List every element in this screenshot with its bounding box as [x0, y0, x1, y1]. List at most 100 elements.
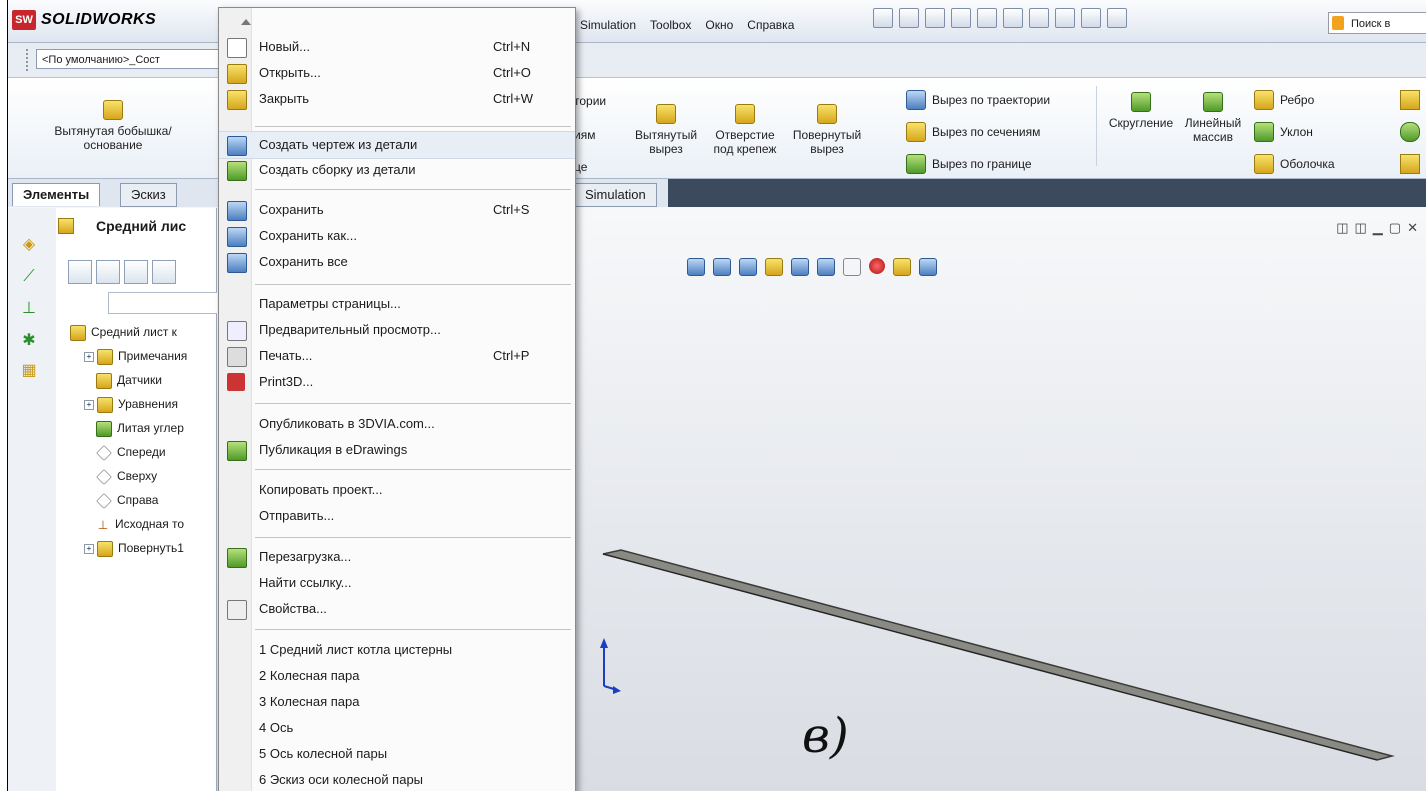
loft-cut-button[interactable]: Вырез по сечениям: [906, 122, 1040, 142]
configuration-manager-tab-icon[interactable]: [124, 260, 148, 284]
save-all-icon: [227, 253, 247, 273]
hole-wizard-button[interactable]: Отверстие под крепеж: [706, 104, 784, 156]
select-arrow-icon[interactable]: [1029, 8, 1049, 28]
dim-xpert-tab-icon[interactable]: [152, 260, 176, 284]
close-folder-icon: [227, 90, 247, 110]
sweep-cut-button[interactable]: Вырез по траектории: [906, 90, 1050, 110]
open-folder-icon[interactable]: [925, 8, 945, 28]
menu-scroll-up-icon[interactable]: [241, 19, 251, 25]
rebuild-traffic-light-icon[interactable]: [1055, 8, 1075, 28]
point-icon[interactable]: ✱: [20, 332, 38, 350]
loft-cut-label: Вырез по сечениям: [932, 125, 1041, 139]
menu-item-save[interactable]: Сохранить Ctrl+S: [219, 197, 575, 223]
pin-icon[interactable]: [873, 8, 893, 28]
tree-item-origin[interactable]: ⊥ Исходная то: [70, 512, 187, 536]
draft-button[interactable]: Уклон: [1254, 122, 1313, 142]
extrude-cut-label: Вытянутый вырез: [634, 128, 698, 156]
menu-item-recent-3[interactable]: 3 Колесная пара: [219, 689, 575, 715]
wrap-icon[interactable]: [1400, 90, 1420, 110]
new-document-icon[interactable]: [899, 8, 919, 28]
property-manager-tab-icon[interactable]: [96, 260, 120, 284]
menu-item-new[interactable]: Новый... Ctrl+N: [219, 34, 575, 60]
tab-features[interactable]: Элементы: [12, 183, 101, 206]
revolve-cut-button[interactable]: Повернутый вырез: [784, 104, 870, 156]
menu-item-recent-1[interactable]: 1 Средний лист котла цистерны: [219, 637, 575, 663]
print-icon[interactable]: [977, 8, 997, 28]
tree-item-material[interactable]: Литая углер: [70, 416, 187, 440]
menu-item-print3d[interactable]: Print3D...: [219, 369, 575, 395]
shell-label: Оболочка: [1280, 157, 1335, 171]
tree-label: Литая углер: [117, 421, 184, 435]
menu-window[interactable]: Окно: [703, 18, 735, 32]
feature-tree-tab-icon[interactable]: [68, 260, 92, 284]
shell-button[interactable]: Оболочка: [1254, 154, 1335, 174]
menu-item-reload[interactable]: Перезагрузка...: [219, 544, 575, 570]
menu-item-print-preview[interactable]: Предварительный просмотр...: [219, 317, 575, 343]
menu-item-open[interactable]: Открыть... Ctrl+O: [219, 60, 575, 86]
menu-item-publish-3dvia[interactable]: Опубликовать в 3DVIA.com...: [219, 411, 575, 437]
menu-item-close[interactable]: Закрыть Ctrl+W: [219, 86, 575, 112]
rib-button[interactable]: Ребро: [1254, 90, 1314, 110]
toolbar-grip[interactable]: [26, 49, 32, 71]
menu-item-save-all[interactable]: Сохранить все: [219, 249, 575, 275]
undo-icon[interactable]: [1003, 8, 1023, 28]
smart-dimension-icon[interactable]: ⟋: [20, 268, 38, 286]
mirror-icon[interactable]: [1400, 154, 1420, 174]
coordinate-icon[interactable]: ⊥: [20, 300, 38, 318]
menu-item-pack-and-go[interactable]: Копировать проект...: [219, 477, 575, 503]
boundary-cut-button[interactable]: Вырез по границе: [906, 154, 1032, 174]
extrude-cut-button[interactable]: Вытянутый вырез: [626, 104, 706, 156]
tree-label: Повернуть1: [118, 541, 184, 555]
configuration-combo[interactable]: <По умолчанию>_Сост: [36, 49, 236, 69]
tree-item-annotations[interactable]: + Примечания: [70, 344, 187, 368]
menu-item-make-assembly[interactable]: Создать сборку из детали: [219, 157, 575, 183]
menu-item-find-references[interactable]: Найти ссылку...: [219, 570, 575, 596]
plane-icon: [96, 492, 112, 509]
menu-separator: [255, 126, 571, 127]
linear-pattern-side-icon[interactable]: ▦: [20, 362, 38, 380]
options-icon[interactable]: [1081, 8, 1101, 28]
menu-separator: [255, 469, 571, 470]
save-icon[interactable]: [951, 8, 971, 28]
menu-item-print[interactable]: Печать... Ctrl+P: [219, 343, 575, 369]
dome-icon[interactable]: [1400, 122, 1420, 142]
tree-item-equations[interactable]: + Уравнения: [70, 392, 187, 416]
menu-item-recent-2[interactable]: 2 Колесная пара: [219, 663, 575, 689]
tree-filter-input[interactable]: [108, 292, 220, 314]
material-icon: [96, 420, 112, 437]
app-logo[interactable]: SW SOLIDWORKS: [12, 10, 156, 30]
menu-toolbox[interactable]: Toolbox: [648, 18, 693, 32]
menu-help[interactable]: Справка: [745, 18, 796, 32]
menu-item-publish-edrawings[interactable]: Публикация в eDrawings: [219, 437, 575, 463]
expand-icon[interactable]: +: [84, 351, 94, 362]
boundary-cut-label: Вырез по границе: [932, 157, 1032, 171]
linear-pattern-button[interactable]: Линейный массив: [1180, 92, 1246, 144]
menu-item-page-setup[interactable]: Параметры страницы...: [219, 291, 575, 317]
menu-item-properties[interactable]: Свойства...: [219, 596, 575, 622]
menu-item-recent-6[interactable]: 6 Эскиз оси колесной пары: [219, 767, 575, 791]
tree-item-part[interactable]: Средний лист к: [70, 320, 187, 344]
cut-partial-3: це: [574, 160, 588, 174]
menu-item-make-drawing[interactable]: Создать чертеж из детали: [219, 131, 575, 159]
loft-cut-icon: [906, 122, 926, 142]
menu-item-recent-4[interactable]: 4 Ось: [219, 715, 575, 741]
expand-icon[interactable]: +: [84, 399, 94, 410]
menu-item-save-as[interactable]: Сохранить как...: [219, 223, 575, 249]
fillet-button[interactable]: Скругление: [1098, 92, 1184, 130]
part-icon: [70, 324, 86, 341]
customize-icon[interactable]: [1107, 8, 1127, 28]
tree-item-front-plane[interactable]: Спереди: [70, 440, 187, 464]
menu-item-recent-5[interactable]: 5 Ось колесной пары: [219, 741, 575, 767]
extrude-boss-button[interactable]: Вытянутая бобышка/основание: [48, 100, 178, 152]
tree-item-top-plane[interactable]: Сверху: [70, 464, 187, 488]
tree-item-revolve[interactable]: + Повернуть1: [70, 536, 187, 560]
menu-item-send[interactable]: Отправить...: [219, 503, 575, 529]
expand-icon[interactable]: +: [84, 543, 94, 554]
menu-simulation[interactable]: Simulation: [578, 18, 638, 32]
print-preview-icon: [227, 321, 247, 341]
tab-simulation[interactable]: Simulation: [574, 183, 657, 207]
tab-sketch[interactable]: Эскиз: [120, 183, 177, 207]
sketch-line-icon[interactable]: ◈: [20, 236, 38, 254]
tree-item-right-plane[interactable]: Справа: [70, 488, 187, 512]
tree-item-sensors[interactable]: Датчики: [70, 368, 187, 392]
